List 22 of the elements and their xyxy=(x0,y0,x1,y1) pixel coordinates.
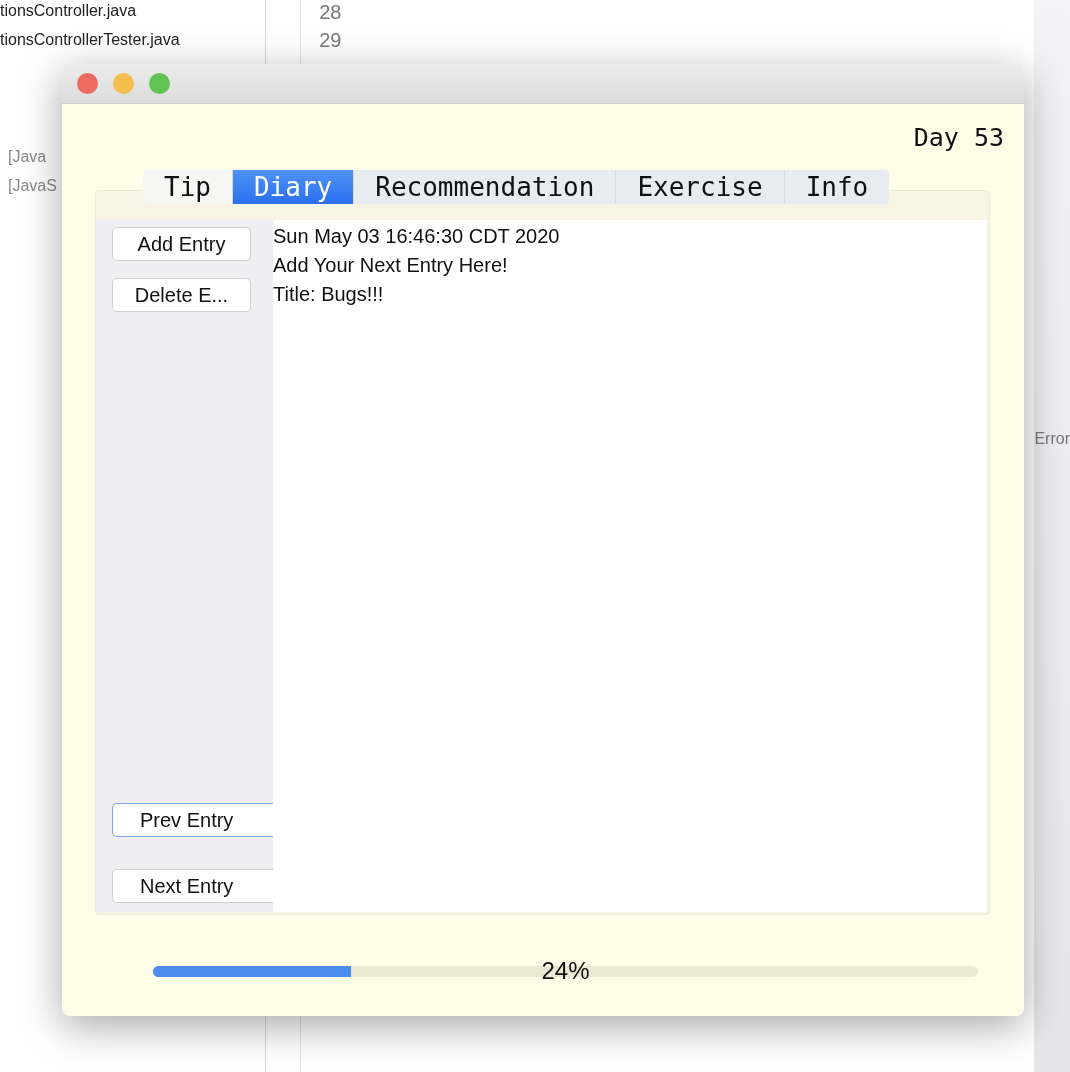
launch-item[interactable]: [Java xyxy=(8,142,47,171)
tab[interactable]: Tip xyxy=(143,170,233,204)
entry-text: Add Your Next Entry Here! xyxy=(273,253,508,278)
file-name[interactable]: tionsControllerTester.java xyxy=(0,25,180,54)
diary-text-area[interactable]: Sun May 03 16:46:30 CDT 2020 Add Your Next Entry Here! Title: Bugs!!! xyxy=(273,220,987,912)
file-name[interactable]: tionsController.java xyxy=(0,0,137,25)
line-number: 29 xyxy=(319,28,342,53)
entry-button[interactable]: Prev Entry xyxy=(112,803,273,837)
entry-text: Title: Bugs!!! xyxy=(273,282,384,307)
zoom-button[interactable] xyxy=(149,73,170,94)
launch-item[interactable]: [JavaS xyxy=(8,171,57,200)
line-number: 28 xyxy=(319,0,342,25)
tab[interactable]: Diary xyxy=(232,170,355,204)
close-button[interactable] xyxy=(77,73,98,94)
view-tab[interactable]: Error xyxy=(1034,430,1070,447)
progress-reading: 24% xyxy=(541,957,590,985)
entry-button[interactable]: Next Entry xyxy=(112,869,273,903)
minimize-button[interactable] xyxy=(113,73,134,94)
entry-text: Sun May 03 16:46:30 CDT 2020 xyxy=(273,224,560,249)
day-counter: Day 53 xyxy=(913,122,1004,152)
entry-button[interactable]: Delete E... xyxy=(112,278,251,312)
entry-button[interactable]: Add Entry xyxy=(112,227,251,261)
